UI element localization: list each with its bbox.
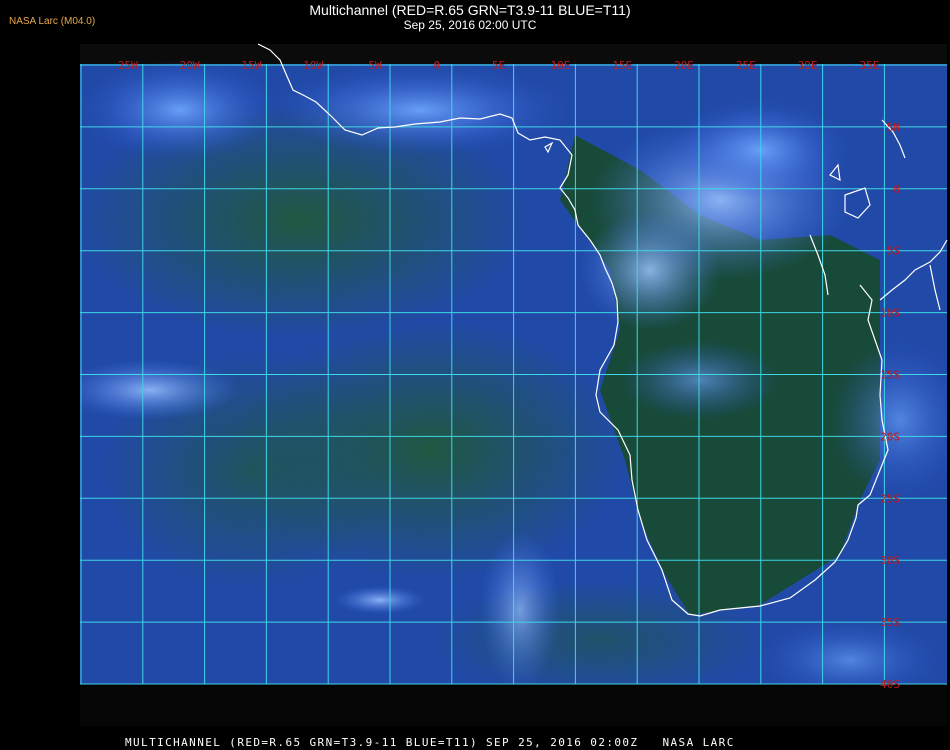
- longitude-label: 20E: [674, 59, 694, 72]
- longitude-label: 5W: [368, 59, 382, 72]
- latitude-label: 0: [893, 183, 900, 196]
- longitude-label: 5E: [492, 59, 505, 72]
- satellite-map: 25W 20W 15W 10W 5W 0 5E 10E 15E 20E 25E 30E 35E 5N 0 5…: [80, 43, 948, 726]
- longitude-label: 35E: [859, 59, 879, 72]
- longitude-label: 20W: [180, 59, 200, 72]
- latitude-label: 30S: [880, 554, 900, 567]
- latitude-label: 10S: [880, 307, 900, 320]
- latitude-label: 5S: [887, 245, 900, 258]
- longitude-label: 15E: [612, 59, 632, 72]
- latitude-label: 25S: [880, 492, 900, 505]
- longitude-label: 30E: [798, 59, 818, 72]
- latitude-label: 5N: [887, 121, 900, 134]
- longitude-label: 10W: [303, 59, 323, 72]
- longitude-label: 10E: [550, 59, 570, 72]
- latitude-label: 15S: [880, 369, 900, 382]
- imagery-layer: [80, 60, 947, 726]
- latitude-label: 40S: [880, 678, 900, 691]
- latitude-label: 35S: [880, 616, 900, 629]
- longitude-label: 25E: [736, 59, 756, 72]
- footer-caption: MULTICHANNEL (RED=R.65 GRN=T3.9-11 BLUE=…: [125, 736, 735, 749]
- longitude-label: 0: [433, 59, 440, 72]
- longitude-label: 25W: [118, 59, 138, 72]
- longitude-label: 15W: [241, 59, 261, 72]
- latitude-label: 20S: [880, 430, 900, 443]
